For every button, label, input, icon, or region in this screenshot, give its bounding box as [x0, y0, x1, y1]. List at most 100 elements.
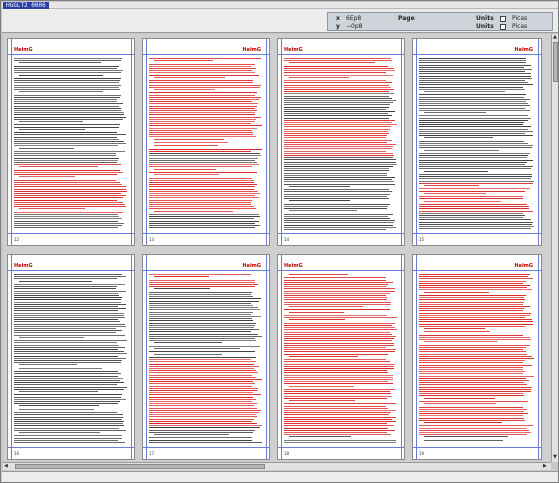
text-line	[14, 355, 119, 357]
document-page[interactable]: HeimG 12	[7, 38, 135, 246]
text-line	[284, 340, 392, 342]
text-line	[154, 210, 234, 212]
text-line	[149, 118, 256, 120]
text-line	[419, 344, 530, 346]
text-line	[14, 276, 126, 278]
horizontal-scroll-thumb[interactable]	[15, 464, 265, 469]
text-line	[14, 206, 126, 208]
text-line	[149, 357, 257, 358]
text-line	[149, 296, 253, 298]
text-line	[424, 112, 486, 113]
title-bar[interactable]: HGGLT2 0006	[2, 2, 558, 9]
text-line	[149, 134, 254, 136]
text-line	[419, 295, 526, 296]
text-line	[149, 197, 259, 199]
vertical-scrollbar[interactable]: ▲ ▼	[551, 34, 558, 462]
text-line	[419, 301, 524, 303]
document-page[interactable]: HeimG 14	[277, 38, 405, 246]
units-label-1: Units	[476, 15, 494, 22]
text-line	[419, 130, 533, 132]
text-line	[419, 75, 532, 77]
triangle-left-icon[interactable]: ◀	[4, 463, 8, 469]
text-line	[14, 306, 119, 307]
text-line	[419, 364, 533, 366]
text-line	[419, 314, 531, 316]
x-value-field[interactable]: 6Ep8	[346, 15, 361, 22]
triangle-right-icon[interactable]: ▶	[543, 463, 547, 469]
text-line	[149, 407, 258, 409]
text-line	[14, 99, 118, 100]
document-canvas[interactable]: HeimG 12 HeimG 13 HeimG 14 HeimG 15 HeimG 16 HeimG…	[3, 34, 551, 462]
text-line	[284, 299, 388, 301]
y-value-field[interactable]: −0p8	[346, 23, 362, 30]
text-line	[14, 110, 121, 111]
document-page[interactable]: HeimG 18	[277, 254, 405, 460]
text-line	[149, 414, 257, 416]
text-line	[419, 310, 524, 312]
text-line	[14, 174, 117, 176]
text-line	[14, 325, 126, 327]
text-line	[149, 340, 256, 342]
text-line	[419, 206, 529, 208]
text-line	[419, 427, 528, 429]
text-line	[419, 161, 527, 163]
text-line	[149, 218, 255, 220]
text-line	[284, 277, 387, 279]
text-line	[149, 96, 262, 98]
text-line	[419, 153, 531, 154]
running-header-right: HeimG	[242, 47, 261, 53]
header-guide	[143, 54, 269, 55]
text-line	[149, 195, 256, 197]
text-line	[149, 309, 261, 311]
text-line	[14, 380, 120, 381]
text-line	[419, 391, 531, 392]
document-page[interactable]: HeimG 17	[142, 254, 270, 460]
text-line	[419, 388, 532, 390]
text-line	[19, 121, 84, 122]
text-line	[419, 133, 525, 134]
text-line	[14, 159, 118, 161]
text-line	[419, 285, 530, 286]
horizontal-scrollbar[interactable]: ◀ ▶	[3, 462, 551, 470]
text-line	[149, 431, 253, 433]
units-dropdown-2[interactable]	[500, 24, 506, 30]
margin-guide	[416, 39, 417, 245]
text-line	[284, 72, 386, 74]
text-line	[284, 60, 392, 62]
text-line	[149, 331, 251, 333]
document-page[interactable]: HeimG 16	[7, 254, 135, 460]
text-line	[284, 290, 395, 292]
text-line	[149, 121, 255, 122]
document-page[interactable]: HeimG 13	[142, 38, 270, 246]
document-page[interactable]: HeimG 15	[412, 38, 542, 246]
text-line	[149, 335, 262, 337]
text-line	[424, 192, 487, 194]
text-line	[14, 284, 125, 285]
text-line	[149, 412, 260, 413]
text-line	[14, 162, 117, 163]
text-line	[149, 418, 254, 420]
text-line	[19, 367, 102, 369]
footer-guide	[278, 447, 404, 448]
text-line	[149, 320, 253, 322]
units-dropdown-1[interactable]	[500, 16, 506, 22]
text-line	[149, 58, 261, 59]
text-line	[149, 107, 256, 109]
text-line	[149, 291, 253, 293]
margin-guide	[146, 39, 147, 245]
text-line	[149, 94, 255, 96]
text-line	[14, 68, 117, 69]
triangle-up-icon[interactable]: ▲	[553, 34, 557, 40]
triangle-down-icon[interactable]: ▼	[553, 454, 557, 460]
text-line	[19, 364, 77, 366]
text-line	[284, 379, 394, 380]
text-line	[419, 204, 527, 205]
margin-guide	[401, 39, 402, 245]
vertical-scroll-thumb[interactable]	[553, 42, 558, 82]
text-line	[149, 423, 258, 424]
text-line	[149, 153, 261, 155]
text-line	[14, 195, 127, 197]
document-page[interactable]: HeimG 19	[412, 254, 542, 460]
text-line	[424, 170, 488, 172]
text-line	[284, 124, 397, 126]
